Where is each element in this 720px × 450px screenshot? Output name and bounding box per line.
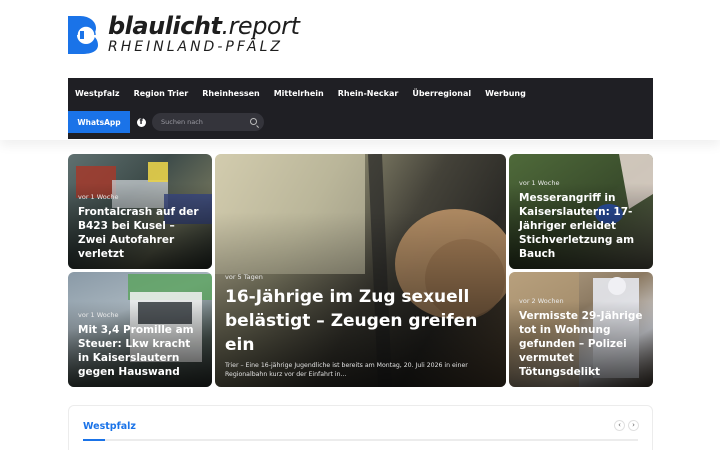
logo-emblem-icon — [66, 14, 100, 56]
card-meta: vor 5 Tagen — [225, 273, 263, 281]
card-title[interactable]: Messerangriff in Kaiserslautern: 17-Jähr… — [519, 191, 645, 261]
nav-item-region-trier[interactable]: Region Trier — [134, 89, 189, 98]
featured-card-messer[interactable]: vor 1 Woche Messerangriff in Kaiserslaut… — [509, 154, 653, 269]
featured-grid: vor 1 Woche Frontalcrash auf der B423 be… — [68, 154, 653, 387]
nav-item-rhein-neckar[interactable]: Rhein-Neckar — [338, 89, 399, 98]
search-icon[interactable] — [250, 118, 257, 125]
card-title[interactable]: Vermisste 29-Jährige tot in Wohnung gefu… — [519, 309, 645, 379]
search-box — [152, 113, 264, 131]
prev-page-button[interactable]: ‹ — [614, 420, 625, 431]
card-title[interactable]: Mit 3,4 Promille am Steuer: Lkw kracht i… — [78, 323, 204, 379]
card-meta: vor 1 Woche — [519, 179, 560, 187]
whatsapp-button[interactable]: WhatsApp — [68, 111, 130, 133]
site-header: blaulicht.report RHEINLAND-PFÄLZ Westpfa… — [0, 0, 720, 140]
section-westpfalz: Westpfalz ‹ › — [68, 405, 653, 450]
logo-subtitle: RHEINLAND-PFÄLZ — [108, 39, 284, 55]
search-input[interactable] — [161, 113, 246, 131]
featured-card-main[interactable]: vor 5 Tagen 16-Jährige im Zug sexuell be… — [215, 154, 506, 387]
card-title[interactable]: 16-Jährige im Zug sexuell belästigt – Ze… — [225, 285, 498, 357]
main-navigation: Westpfalz Region Trier Rheinhessen Mitte… — [68, 78, 653, 139]
card-meta: vor 1 Woche — [78, 311, 119, 319]
next-page-button[interactable]: › — [628, 420, 639, 431]
site-logo[interactable]: blaulicht.report RHEINLAND-PFÄLZ — [66, 12, 300, 56]
facebook-icon[interactable] — [137, 117, 146, 127]
nav-item-westpfalz[interactable]: Westpfalz — [75, 89, 120, 98]
featured-card-lkw[interactable]: vor 1 Woche Mit 3,4 Promille am Steuer: … — [68, 272, 212, 387]
nav-item-rheinhessen[interactable]: Rheinhessen — [202, 89, 259, 98]
featured-card-vermisste[interactable]: vor 2 Wochen Vermisste 29-Jährige tot in… — [509, 272, 653, 387]
logo-title-rest: .report — [221, 12, 300, 40]
section-title[interactable]: Westpfalz — [83, 421, 136, 432]
nav-item-mittelrhein[interactable]: Mittelrhein — [274, 89, 324, 98]
card-title[interactable]: Frontalcrash auf der B423 bei Kusel – Zw… — [78, 205, 204, 261]
featured-card-crash[interactable]: vor 1 Woche Frontalcrash auf der B423 be… — [68, 154, 212, 269]
card-meta: vor 1 Woche — [78, 193, 119, 201]
card-meta: vor 2 Wochen — [519, 297, 564, 305]
logo-title-bold: blaulicht — [108, 12, 222, 40]
nav-item-ueberregional[interactable]: Überregional — [412, 89, 471, 98]
card-excerpt: Trier – Eine 16-jährige Jugendliche ist … — [225, 362, 468, 378]
nav-item-werbung[interactable]: Werbung — [485, 89, 526, 98]
section-divider — [83, 439, 638, 441]
